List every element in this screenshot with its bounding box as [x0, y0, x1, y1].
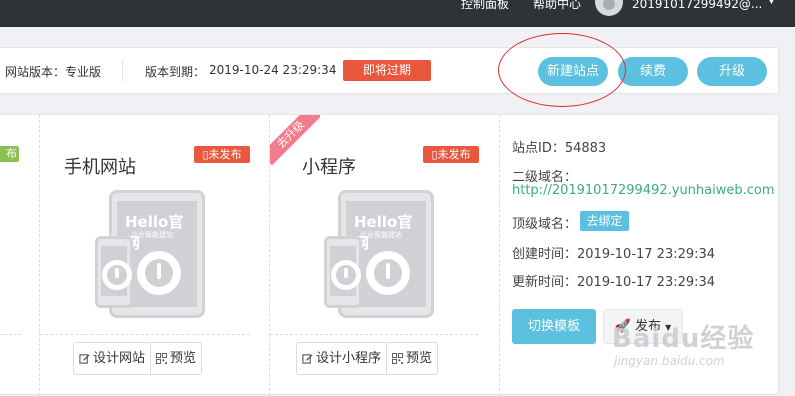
phone-mockup [324, 236, 362, 308]
updated-time: 更新时间：2019-10-17 23:29:34 [512, 275, 716, 290]
watermark-url: jingyan.baidu.com [614, 354, 725, 368]
new-site-button[interactable]: 新建站点 [538, 57, 608, 86]
published-badge: 布 [0, 146, 19, 162]
edit-icon [79, 354, 90, 364]
switch-template-button[interactable]: 切换模板 [512, 309, 596, 344]
mobile-site-title: 手机网站 [64, 157, 136, 178]
badge-label: 未发布 [208, 148, 242, 161]
location-pin-icon [331, 260, 361, 290]
created-time: 创建时间：2019-10-17 23:29:34 [512, 247, 716, 262]
renew-button[interactable]: 续费 [618, 57, 688, 86]
qrcode-icon [156, 353, 168, 364]
divider [40, 334, 250, 335]
unpublished-badge: ▯未发布 [194, 146, 250, 163]
divider [499, 115, 500, 396]
design-mini-program-label: 设计小程序 [316, 351, 382, 366]
top-nav-bar: 控制面板 帮助中心 20191017299492@... ▼ [0, 0, 795, 27]
location-pin-icon [366, 251, 410, 295]
phone-mockup [95, 236, 133, 308]
user-avatar[interactable] [595, 0, 623, 16]
preview-label: 预览 [406, 351, 433, 366]
preview-button[interactable]: 预览 [386, 343, 437, 374]
bind-domain-button[interactable]: 去绑定 [580, 211, 629, 231]
top-domain-label: 顶级域名： [512, 217, 578, 232]
help-center-link[interactable]: 帮助中心 [533, 0, 581, 14]
divider [39, 115, 40, 396]
upgrade-button[interactable]: 升级 [697, 57, 767, 86]
site-id: 站点ID：54883 [512, 141, 607, 156]
design-mini-program-button[interactable]: 设计小程序 [297, 343, 386, 374]
edit-icon [302, 354, 313, 364]
qrcode-icon [392, 353, 404, 364]
mockup-sub-text: 企业智能建站 [131, 231, 173, 239]
mini-program-preview-image[interactable]: Hello官网 企业智能建站 [324, 190, 444, 320]
mini-program-actions: 设计小程序 预览 [296, 342, 439, 375]
mockup-sub-text: 企业智能建站 [360, 231, 402, 239]
preview-label: 预览 [170, 351, 197, 366]
location-pin-icon [102, 260, 132, 290]
watermark-logo: Baidu经验 jingyan.baidu.com [612, 318, 755, 368]
location-pin-icon [137, 251, 181, 295]
user-account-link[interactable]: 20191017299492@... [632, 0, 762, 14]
badge-label: 未发布 [437, 148, 471, 161]
watermark-brand: Baidu经验 [612, 324, 755, 354]
chevron-down-icon[interactable]: ▼ [768, 0, 775, 6]
phone-screen [101, 246, 132, 296]
design-site-button[interactable]: 设计网站 [74, 343, 150, 374]
version-info-bar: 网站版本：专业版 版本到期： 2019-10-24 23:29:34 即将过期 … [0, 47, 779, 94]
mobile-site-preview-image[interactable]: Hello官网 企业智能建站 [95, 190, 215, 320]
subdomain-link[interactable]: http://20191017299492.yunhaiweb.com [512, 183, 775, 198]
divider [270, 334, 478, 335]
expire-label: 版本到期： [145, 65, 206, 79]
expiring-soon-badge: 即将过期 [343, 60, 431, 81]
design-site-label: 设计网站 [93, 351, 146, 366]
phone-screen [330, 246, 361, 296]
site-version-text: 网站版本：专业版 [5, 65, 102, 79]
control-panel-link[interactable]: 控制面板 [461, 0, 509, 14]
expire-date: 2019-10-24 23:29:34 [209, 63, 337, 77]
divider [122, 60, 123, 82]
divider [0, 334, 21, 335]
unpublished-badge: ▯未发布 [423, 146, 479, 163]
mobile-site-actions: 设计网站 预览 [73, 342, 203, 375]
preview-button[interactable]: 预览 [150, 343, 201, 374]
mini-program-title: 小程序 [302, 157, 356, 178]
